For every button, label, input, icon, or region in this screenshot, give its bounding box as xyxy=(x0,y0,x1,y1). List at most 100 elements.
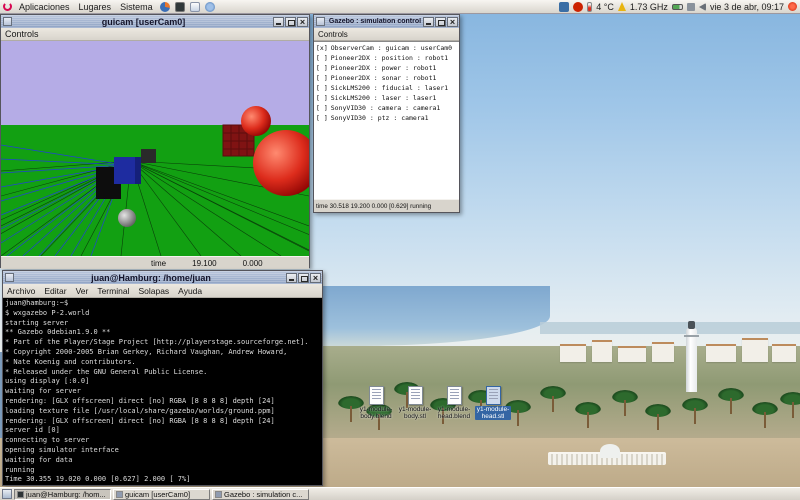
update-notifier-icon[interactable] xyxy=(573,2,583,12)
terminal-line: running xyxy=(5,466,320,476)
file-icon xyxy=(369,386,384,405)
monitor-item-ptz[interactable]: [ ]SonyVID30 : ptz : camera1 xyxy=(314,113,459,123)
file-icon xyxy=(486,386,501,405)
menu-lugares[interactable]: Lugares xyxy=(77,2,114,12)
minimize-button[interactable] xyxy=(423,17,434,27)
power-icon[interactable] xyxy=(788,2,797,11)
sim-time-value: 19.100 xyxy=(192,259,216,268)
terminal-line: * Copyright 2000-2005 Brian Gerkey, Rich… xyxy=(5,348,320,358)
ac-adapter-icon[interactable] xyxy=(687,3,695,11)
desktop-icon-head-blend[interactable]: y1-module-head.blend xyxy=(436,386,472,420)
simulation-control-window: Gazebo : simulation control Controls [x]… xyxy=(313,14,460,213)
terminal-menubar: Archivo Editar Ver Terminal Solapas Ayud… xyxy=(3,284,322,298)
monitor-item-position[interactable]: [ ]Pioneer2DX : position : robot1 xyxy=(314,53,459,63)
desktop-icon-body-stl[interactable]: y1-module-body.stl xyxy=(397,386,433,420)
palm-tree xyxy=(780,392,800,405)
gazebo-3d-viewport[interactable] xyxy=(1,41,309,256)
window-menu-button[interactable] xyxy=(5,273,14,282)
file-label: y1-module-head.blend xyxy=(436,406,472,420)
distro-logo-icon[interactable] xyxy=(3,2,12,11)
firefox-launcher-icon[interactable] xyxy=(160,2,170,12)
terminal-line: connecting to server xyxy=(5,436,320,446)
menu-controls[interactable]: Controls xyxy=(318,30,348,39)
maximize-button[interactable] xyxy=(285,17,296,27)
close-button[interactable] xyxy=(310,273,321,283)
terminal-line: juan@hamburg:~$ xyxy=(5,299,320,309)
terminal-line: rendering: [GLX offscreen] direct [no] R… xyxy=(5,397,320,407)
terminal-line: server id [0] xyxy=(5,426,320,436)
maximize-button[interactable] xyxy=(298,273,309,283)
show-desktop-icon[interactable] xyxy=(2,489,12,499)
palm-tree xyxy=(612,390,638,403)
notification-icon[interactable] xyxy=(559,2,569,12)
help-launcher-icon[interactable] xyxy=(205,2,215,12)
monitor-item-fiducial[interactable]: [ ]SickLMS200 : fiducial : laser1 xyxy=(314,83,459,93)
monitor-item-power[interactable]: [ ]Pioneer2DX : power : robot1 xyxy=(314,63,459,73)
menu-sistema[interactable]: Sistema xyxy=(118,2,155,12)
terminal-line: * Nate Koenig and contributors. xyxy=(5,358,320,368)
building xyxy=(618,346,646,362)
terminal-content[interactable]: juan@hamburg:~$ $ wxgazebo P-2.world sta… xyxy=(3,298,322,485)
mail-launcher-icon[interactable] xyxy=(190,2,200,12)
close-button[interactable] xyxy=(447,17,458,27)
window-menu-button[interactable] xyxy=(3,17,12,26)
terminal-line: starting server xyxy=(5,319,320,329)
building xyxy=(592,340,612,362)
palm-tree xyxy=(575,402,601,415)
simctl-titlebar[interactable]: Gazebo : simulation control xyxy=(314,15,459,28)
close-button[interactable] xyxy=(297,17,308,27)
desktop-icon-head-stl[interactable]: y1-module-head.stl xyxy=(475,386,511,420)
terminal-line: * Released under the GNU General Public … xyxy=(5,368,320,378)
file-icon xyxy=(447,386,462,405)
kiosk xyxy=(600,444,620,458)
simctl-statusbar: time 30.518 19.200 0.000 [0.629] running xyxy=(314,199,459,212)
minimize-button[interactable] xyxy=(273,17,284,27)
menu-terminal[interactable]: Terminal xyxy=(97,286,129,296)
guicam-window: guicam [userCam0] Controls xyxy=(0,14,310,268)
monitor-item-sonar[interactable]: [ ]Pioneer2DX : sonar : robot1 xyxy=(314,73,459,83)
volume-icon[interactable] xyxy=(699,3,706,11)
terminal-line: rendering: [GLX offscreen] direct [no] R… xyxy=(5,417,320,427)
thermometer-icon[interactable] xyxy=(587,2,592,12)
desktop-icon-body-blend[interactable]: y1-module-body.blend xyxy=(358,386,394,420)
panel-menus: Aplicaciones Lugares Sistema xyxy=(0,2,215,12)
clock-label[interactable]: vie 3 de abr, 09:17 xyxy=(710,2,784,12)
guicam-titlebar[interactable]: guicam [userCam0] xyxy=(1,15,309,28)
window-buttons xyxy=(286,273,321,283)
guicam-window-title: guicam [userCam0] xyxy=(14,17,273,27)
monitor-item-camera[interactable]: [ ]SonyVID30 : camera : camera1 xyxy=(314,103,459,113)
terminal-line: Time 30.355 19.020 0.000 [0.627] 2.000 [… xyxy=(5,475,320,485)
menu-aplicaciones[interactable]: Aplicaciones xyxy=(17,2,72,12)
sim-status-text: time 30.518 19.200 0.000 [0.629] running xyxy=(316,203,431,210)
temperature-label: 4 °C xyxy=(596,2,614,12)
menu-solapas[interactable]: Solapas xyxy=(138,286,169,296)
battery-icon[interactable] xyxy=(672,4,683,10)
menu-ayuda[interactable]: Ayuda xyxy=(178,286,202,296)
pause-time-value: 0.000 xyxy=(243,259,263,268)
terminal-titlebar[interactable]: juan@Hamburg: /home/juan xyxy=(3,271,322,284)
guicam-icon xyxy=(116,491,123,498)
terminal-window-title: juan@Hamburg: /home/juan xyxy=(16,273,286,283)
menu-controls[interactable]: Controls xyxy=(5,29,39,39)
minimize-button[interactable] xyxy=(286,273,297,283)
terminal-launcher-icon[interactable] xyxy=(175,2,185,12)
cpu-frequency-icon[interactable] xyxy=(618,2,626,11)
window-menu-button[interactable] xyxy=(316,17,325,26)
monitor-item-observercam[interactable]: [x]ObserverCam : guicam : userCam0 xyxy=(314,43,459,53)
simctl-menubar: Controls xyxy=(314,28,459,41)
file-label: y1-module-body.stl xyxy=(397,406,433,420)
terminal-line: * Part of the Player/Stage Project [http… xyxy=(5,338,320,348)
menu-ver[interactable]: Ver xyxy=(76,286,89,296)
monitor-item-laser[interactable]: [ ]SickLMS200 : laser : laser1 xyxy=(314,93,459,103)
terminal-line: using display [:0.0] xyxy=(5,377,320,387)
terminal-line: $ wxgazebo P-2.world xyxy=(5,309,320,319)
menu-editar[interactable]: Editar xyxy=(44,286,66,296)
terminal-line: loading texture file [/usr/local/share/g… xyxy=(5,407,320,417)
taskbar-button-guicam[interactable]: guicam [userCam0] xyxy=(113,489,210,500)
menu-archivo[interactable]: Archivo xyxy=(7,286,35,296)
maximize-button[interactable] xyxy=(435,17,446,27)
taskbar-button-gazebo[interactable]: Gazebo : simulation c... xyxy=(212,489,309,500)
terminal-line: waiting for data xyxy=(5,456,320,466)
taskbar-button-terminal[interactable]: juan@Hamburg: /hom... xyxy=(14,489,111,500)
top-panel: Aplicaciones Lugares Sistema 4 °C 1.73 G… xyxy=(0,0,800,14)
